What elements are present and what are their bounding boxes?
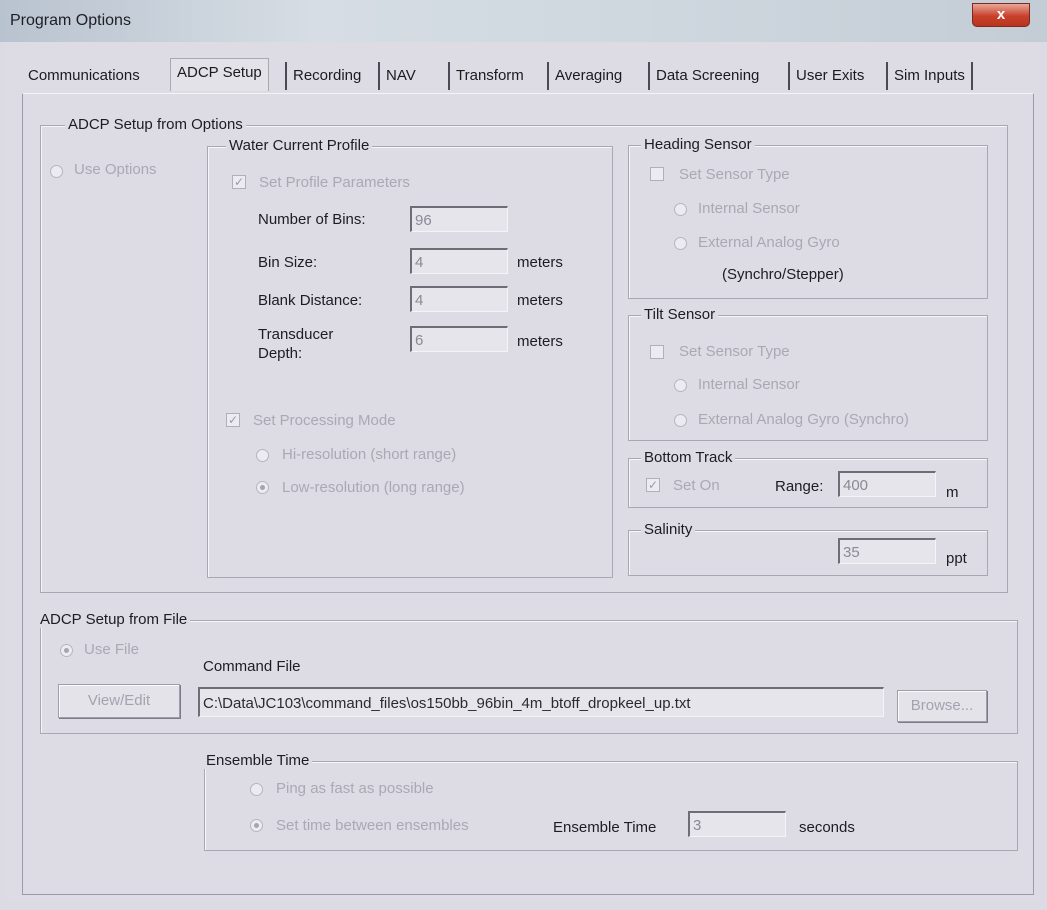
tab-averaging[interactable]: Averaging bbox=[547, 62, 628, 90]
use-file-label: Use File bbox=[84, 641, 140, 658]
low-res-label: Low-resolution (long range) bbox=[282, 479, 465, 496]
tab-sim-inputs[interactable]: Sim Inputs bbox=[886, 62, 973, 90]
close-button[interactable]: x bbox=[972, 3, 1030, 27]
blank-distance-field[interactable]: 4 bbox=[410, 286, 508, 312]
bin-size-label: Bin Size: bbox=[258, 254, 318, 271]
tilt-internal-radio[interactable] bbox=[674, 379, 687, 392]
hi-res-radio[interactable] bbox=[256, 449, 269, 462]
blank-distance-unit: meters bbox=[517, 292, 563, 309]
command-file-field[interactable]: C:\Data\JC103\command_files\os150bb_96bi… bbox=[198, 687, 884, 717]
ensemble-time-label: Ensemble Time bbox=[553, 819, 657, 836]
heading-sensor-legend: Heading Sensor bbox=[641, 136, 755, 153]
command-file-label: Command File bbox=[203, 658, 301, 675]
ensemble-time-legend: Ensemble Time bbox=[203, 752, 313, 769]
ensemble-time-field[interactable]: 3 bbox=[688, 811, 786, 837]
tab-data-screening[interactable]: Data Screening bbox=[648, 62, 765, 90]
transducer-label: Transducer bbox=[258, 326, 334, 343]
salinity-field[interactable]: 35 bbox=[838, 538, 936, 564]
tab-nav[interactable]: NAV bbox=[378, 62, 422, 90]
tilt-external-label: External Analog Gyro (Synchro) bbox=[698, 411, 909, 428]
heading-external-sub: (Synchro/Stepper) bbox=[722, 266, 844, 283]
use-file-radio[interactable] bbox=[60, 644, 73, 657]
salinity-unit: ppt bbox=[946, 550, 967, 567]
heading-external-radio[interactable] bbox=[674, 237, 687, 250]
transducer-label-2: Depth: bbox=[258, 345, 303, 362]
tab-transform[interactable]: Transform bbox=[448, 62, 530, 90]
close-icon: x bbox=[996, 6, 1006, 23]
bottom-track-range-field[interactable]: 400 bbox=[838, 471, 936, 497]
tab-user-exits[interactable]: User Exits bbox=[788, 62, 870, 90]
bottom-track-set-on-label: Set On bbox=[673, 477, 720, 494]
num-bins-field[interactable]: 96 bbox=[410, 206, 508, 232]
ping-fast-radio[interactable] bbox=[250, 783, 263, 796]
heading-external-label: External Analog Gyro bbox=[698, 234, 840, 251]
water-profile-legend: Water Current Profile bbox=[226, 137, 373, 154]
tilt-sensor-legend: Tilt Sensor bbox=[641, 306, 719, 323]
transducer-depth-field[interactable]: 6 bbox=[410, 326, 508, 352]
heading-set-type-checkbox[interactable] bbox=[650, 167, 664, 181]
tilt-external-radio[interactable] bbox=[674, 414, 687, 427]
tilt-internal-label: Internal Sensor bbox=[698, 376, 800, 393]
bin-size-unit: meters bbox=[517, 254, 563, 271]
browse-button[interactable]: Browse... bbox=[897, 690, 987, 722]
hi-res-label: Hi-resolution (short range) bbox=[282, 446, 457, 463]
blank-distance-label: Blank Distance: bbox=[258, 292, 363, 309]
ensemble-time-unit: seconds bbox=[799, 819, 855, 836]
set-profile-label: Set Profile Parameters bbox=[259, 174, 410, 191]
use-options-label: Use Options bbox=[74, 161, 157, 178]
low-res-radio[interactable] bbox=[256, 481, 269, 494]
heading-set-type-label: Set Sensor Type bbox=[679, 166, 790, 183]
tilt-set-type-label: Set Sensor Type bbox=[679, 343, 790, 360]
setup-from-file-legend: ADCP Setup from File bbox=[37, 611, 191, 628]
bottom-track-range-label: Range: bbox=[775, 478, 824, 495]
transducer-depth-unit: meters bbox=[517, 333, 563, 350]
bottom-track-range-unit: m bbox=[946, 484, 959, 501]
bottom-track-set-on-checkbox[interactable]: ✓ bbox=[646, 478, 660, 492]
tilt-set-type-checkbox[interactable] bbox=[650, 345, 664, 359]
title-bar: Program Options x bbox=[0, 0, 1047, 42]
bin-size-field[interactable]: 4 bbox=[410, 248, 508, 274]
bottom-track-legend: Bottom Track bbox=[641, 449, 736, 466]
set-profile-checkbox[interactable]: ✓ bbox=[232, 175, 246, 189]
window-title: Program Options bbox=[10, 12, 131, 29]
set-processing-label: Set Processing Mode bbox=[253, 412, 396, 429]
set-time-radio[interactable] bbox=[250, 819, 263, 832]
ping-fast-label: Ping as fast as possible bbox=[276, 780, 434, 797]
salinity-legend: Salinity bbox=[641, 521, 696, 538]
tab-adcp-setup[interactable]: ADCP Setup bbox=[170, 58, 269, 91]
use-options-radio[interactable] bbox=[50, 165, 63, 178]
tab-recording[interactable]: Recording bbox=[285, 62, 367, 90]
set-processing-checkbox[interactable]: ✓ bbox=[226, 413, 240, 427]
tab-communications[interactable]: Communications bbox=[22, 62, 146, 90]
heading-internal-radio[interactable] bbox=[674, 203, 687, 216]
view-edit-button[interactable]: View/Edit bbox=[58, 684, 180, 718]
set-time-label: Set time between ensembles bbox=[276, 817, 469, 834]
ensemble-time-group: Ensemble Time bbox=[203, 752, 1018, 851]
num-bins-label: Number of Bins: bbox=[258, 211, 366, 228]
setup-from-options-legend: ADCP Setup from Options bbox=[65, 116, 246, 133]
heading-internal-label: Internal Sensor bbox=[698, 200, 800, 217]
